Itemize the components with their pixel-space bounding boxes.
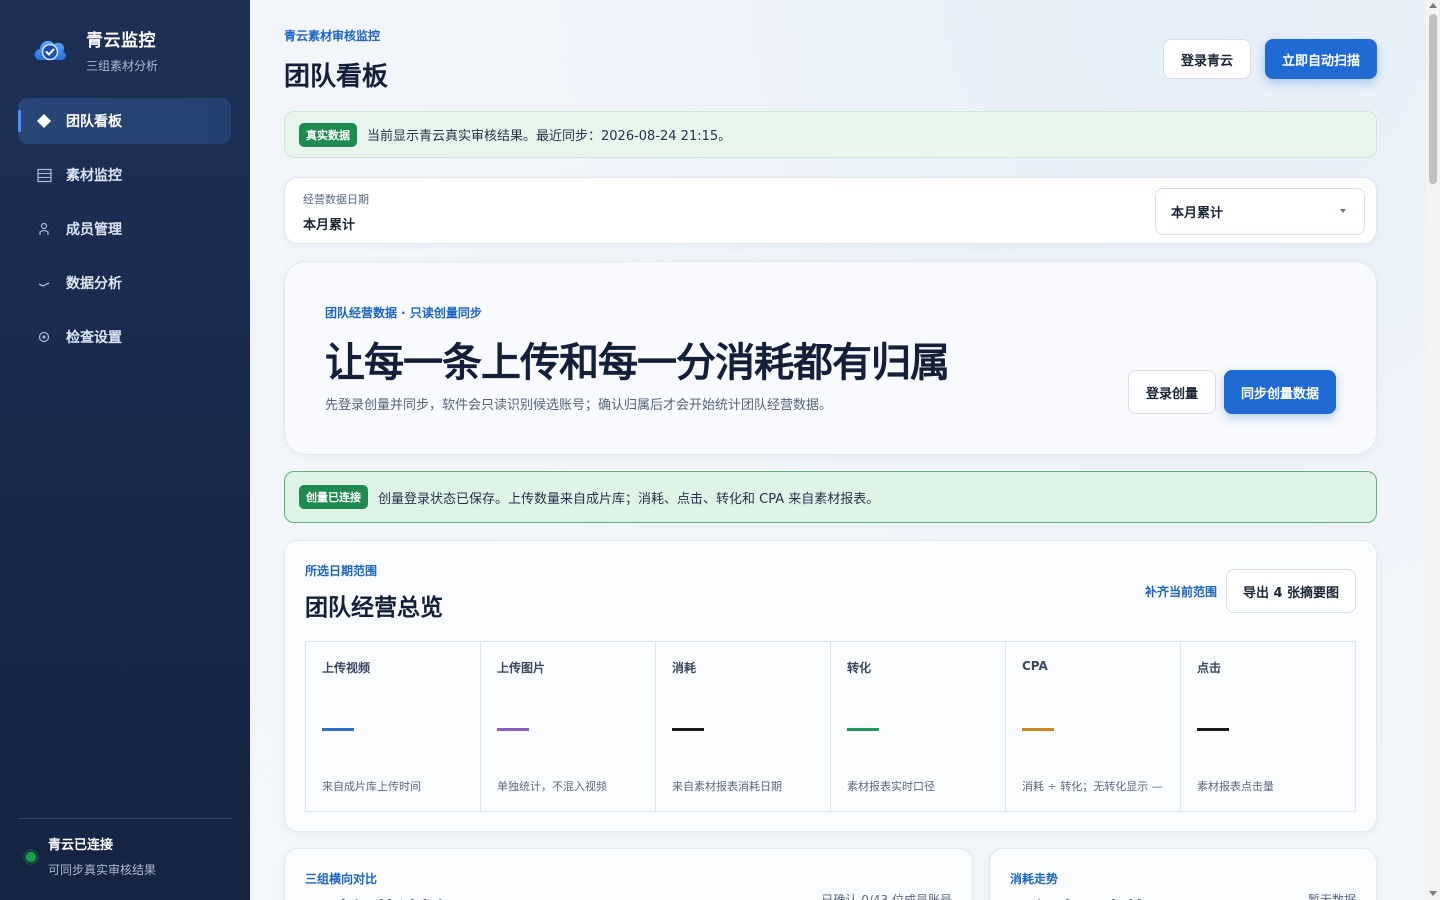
hero-kicker: 团队经营数据 · 只读创量同步 (325, 306, 482, 320)
metric-note: 素材报表点击量 (1197, 780, 1274, 793)
compare-card: 三组横向对比 团队经营计划 已确认 0/43 位成员账号 (284, 848, 973, 900)
metric-empty-value (497, 728, 529, 731)
banner-text: 创量登录状态已保存。上传数量来自成片库；消耗、点击、转化和 CPA 来自素材报表… (378, 491, 880, 507)
brand: 青云监控 三组素材分析 (30, 26, 158, 74)
metric-note: 单独统计，不混入视频 (497, 780, 607, 793)
date-value: 本月累计 (303, 218, 356, 233)
gear-icon (36, 329, 52, 345)
sidebar: 青云监控 三组素材分析 团队看板 素材监控 成员管理 数据分析 检查设置 青云已… (0, 0, 250, 900)
date-range-select[interactable]: 本月累计 (1155, 188, 1365, 235)
overview-kicker: 所选日期范围 (305, 564, 378, 578)
scroll-down-icon[interactable] (1429, 891, 1437, 896)
sidebar-item-material-monitor[interactable]: 素材监控 (18, 152, 231, 198)
sync-data-button[interactable]: 同步创量数据 (1224, 370, 1336, 414)
page-title: 团队看板 (284, 62, 389, 92)
metric-note: 来自素材报表消耗日期 (672, 780, 782, 793)
sidebar-item-label: 团队看板 (66, 114, 122, 130)
metric-cpa: CPA 消耗 ÷ 转化；无转化显示 — (1006, 642, 1181, 811)
metric-clicks: 点击 素材报表点击量 (1181, 642, 1355, 811)
metric-label: 上传视频 (322, 661, 371, 675)
fill-range-link[interactable]: 补齐当前范围 (1145, 583, 1217, 600)
sidebar-item-label: 检查设置 (66, 330, 122, 346)
scroll-up-icon[interactable] (1429, 3, 1437, 8)
breadcrumb: 青云素材审核监控 (284, 29, 381, 43)
trend-card: 消耗走势 三组本月走势 暂无数据 (989, 848, 1377, 900)
sidebar-divider (18, 818, 232, 819)
metric-empty-value (847, 728, 879, 731)
status-dot-icon (26, 852, 36, 862)
overview-card: 所选日期范围 团队经营总览 补齐当前范围 导出 4 张摘要图 上传视频 来自成片… (284, 540, 1377, 832)
metric-empty-value (672, 728, 704, 731)
sidebar-item-label: 成员管理 (66, 222, 122, 238)
sidebar-nav: 团队看板 素材监控 成员管理 数据分析 检查设置 (18, 98, 231, 368)
sidebar-item-label: 素材监控 (66, 168, 122, 184)
real-data-banner: 真实数据 当前显示青云真实审核结果。最近同步：2026-08-24 21:15。 (284, 111, 1377, 158)
status-title: 青云已连接 (48, 838, 114, 853)
metric-label: CPA (1022, 659, 1048, 673)
metric-label: 点击 (1197, 661, 1222, 675)
person-icon (36, 221, 52, 237)
metric-label: 转化 (847, 661, 872, 675)
trend-icon (36, 275, 52, 291)
sidebar-item-check-settings[interactable]: 检查设置 (18, 314, 231, 360)
metric-upload-image: 上传图片 单独统计，不混入视频 (481, 642, 656, 811)
metric-note: 来自成片库上传时间 (322, 780, 421, 793)
connected-banner: 创量已连接 创量登录状态已保存。上传数量来自成片库；消耗、点击、转化和 CPA … (284, 471, 1377, 523)
metric-note: 素材报表实时口径 (847, 780, 935, 793)
page-scrollbar[interactable] (1426, 0, 1440, 900)
metric-note: 消耗 ÷ 转化；无转化显示 — (1022, 780, 1163, 793)
trend-kicker: 消耗走势 (1010, 872, 1059, 886)
diamond-icon (36, 113, 52, 129)
brand-subtitle: 三组素材分析 (86, 59, 159, 73)
connected-tag: 创量已连接 (299, 485, 368, 509)
trend-status: 暂无数据 (1307, 893, 1356, 900)
metric-label: 消耗 (672, 661, 697, 675)
metric-empty-value (1022, 728, 1054, 731)
brand-name: 青云监控 (86, 31, 156, 51)
chevron-down-icon (1340, 209, 1346, 213)
hero-title: 让每一条上传和每一分消耗都有归属 (325, 340, 950, 386)
login-qingyun-button[interactable]: 登录青云 (1163, 39, 1251, 79)
hero-card: 团队经营数据 · 只读创量同步 让每一条上传和每一分消耗都有归属 先登录创量并同… (284, 261, 1377, 455)
login-chuangliang-button[interactable]: 登录创量 (1128, 370, 1216, 414)
hero-description: 先登录创量并同步，软件会只读识别候选账号；确认归属后才会开始统计团队经营数据。 (325, 398, 833, 413)
sidebar-item-label: 数据分析 (66, 276, 122, 292)
metric-empty-value (1197, 728, 1229, 731)
real-data-tag: 真实数据 (299, 122, 357, 147)
overview-title: 团队经营总览 (305, 595, 443, 621)
metric-spend: 消耗 来自素材报表消耗日期 (656, 642, 831, 811)
sidebar-item-data-analysis[interactable]: 数据分析 (18, 260, 231, 306)
cloud-check-logo-icon (34, 40, 66, 61)
metric-label: 上传图片 (497, 661, 546, 675)
metric-empty-value (322, 728, 354, 731)
compare-status: 已确认 0/43 位成员账号 (821, 893, 952, 900)
metrics-grid: 上传视频 来自成片库上传时间 上传图片 单独统计，不混入视频 消耗 来自素材报表… (305, 641, 1356, 812)
sidebar-item-member-management[interactable]: 成员管理 (18, 206, 231, 252)
auto-scan-button[interactable]: 立即自动扫描 (1265, 39, 1377, 79)
status-subtitle: 可同步真实审核结果 (48, 863, 157, 877)
select-value: 本月累计 (1171, 206, 1224, 221)
compare-title: 团队经营计划 (305, 892, 443, 900)
export-summary-button[interactable]: 导出 4 张摘要图 (1226, 569, 1356, 613)
date-label: 经营数据日期 (303, 193, 369, 206)
connection-status: 青云已连接 可同步真实审核结果 (26, 834, 156, 878)
scroll-thumb[interactable] (1429, 14, 1437, 184)
banner-text: 当前显示青云真实审核结果。最近同步：2026-08-24 21:15。 (367, 129, 732, 144)
trend-title: 三组本月走势 (1010, 892, 1148, 900)
sidebar-item-team-board[interactable]: 团队看板 (18, 98, 231, 144)
metric-upload-video: 上传视频 来自成片库上传时间 (306, 642, 481, 811)
date-filter-card: 经营数据日期 本月累计 本月累计 (284, 177, 1377, 244)
compare-kicker: 三组横向对比 (305, 872, 378, 886)
main-content: 青云素材审核监控 团队看板 登录青云 立即自动扫描 真实数据 当前显示青云真实审… (250, 0, 1426, 900)
metric-conversion: 转化 素材报表实时口径 (831, 642, 1006, 811)
list-icon (36, 167, 52, 183)
